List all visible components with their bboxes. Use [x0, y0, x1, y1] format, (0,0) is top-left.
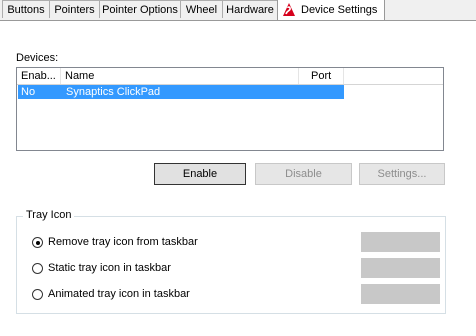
device-enabled-cell: No	[21, 86, 36, 98]
tab-buttons[interactable]: Buttons	[2, 0, 50, 18]
tab-bar: Buttons Pointers Pointer Options Wheel H…	[0, 0, 476, 21]
tab-pointer-options[interactable]: Pointer Options	[99, 0, 181, 18]
tray-icon-preview-animated	[361, 284, 440, 304]
device-row[interactable]: No Synaptics ClickPad	[18, 85, 344, 99]
radio-label: Animated tray icon in taskbar	[48, 288, 190, 300]
devices-label: Devices:	[16, 52, 59, 64]
radio-button[interactable]	[32, 237, 43, 248]
radio-checked-dot	[35, 240, 40, 245]
column-header-name[interactable]: Name	[61, 68, 299, 84]
tab-wheel[interactable]: Wheel	[180, 0, 223, 18]
synaptics-logo-icon	[283, 3, 295, 16]
tab-hardware[interactable]: Hardware	[222, 0, 278, 18]
enable-button[interactable]: Enable	[154, 163, 246, 185]
column-header-port[interactable]: Port	[299, 68, 344, 84]
tray-icon-group-label: Tray Icon	[23, 209, 75, 221]
disable-button[interactable]: Disable	[255, 163, 352, 185]
radio-label: Static tray icon in taskbar	[48, 262, 171, 274]
tray-icon-preview-remove	[361, 232, 440, 252]
settings-button[interactable]: Settings...	[359, 163, 445, 185]
tray-icon-preview-static	[361, 258, 440, 278]
radio-button[interactable]	[32, 289, 43, 300]
tab-pointers[interactable]: Pointers	[49, 0, 100, 18]
devices-list[interactable]: Enab... Name Port No Synaptics ClickPad	[16, 67, 444, 151]
column-header-enabled[interactable]: Enab...	[17, 68, 61, 84]
tab-device-settings[interactable]: Device Settings	[277, 0, 385, 20]
devices-list-header: Enab... Name Port	[17, 68, 443, 85]
radio-label: Remove tray icon from taskbar	[48, 236, 198, 248]
tab-device-settings-label: Device Settings	[301, 4, 378, 16]
device-name-cell: Synaptics ClickPad	[66, 86, 161, 98]
radio-button[interactable]	[32, 263, 43, 274]
